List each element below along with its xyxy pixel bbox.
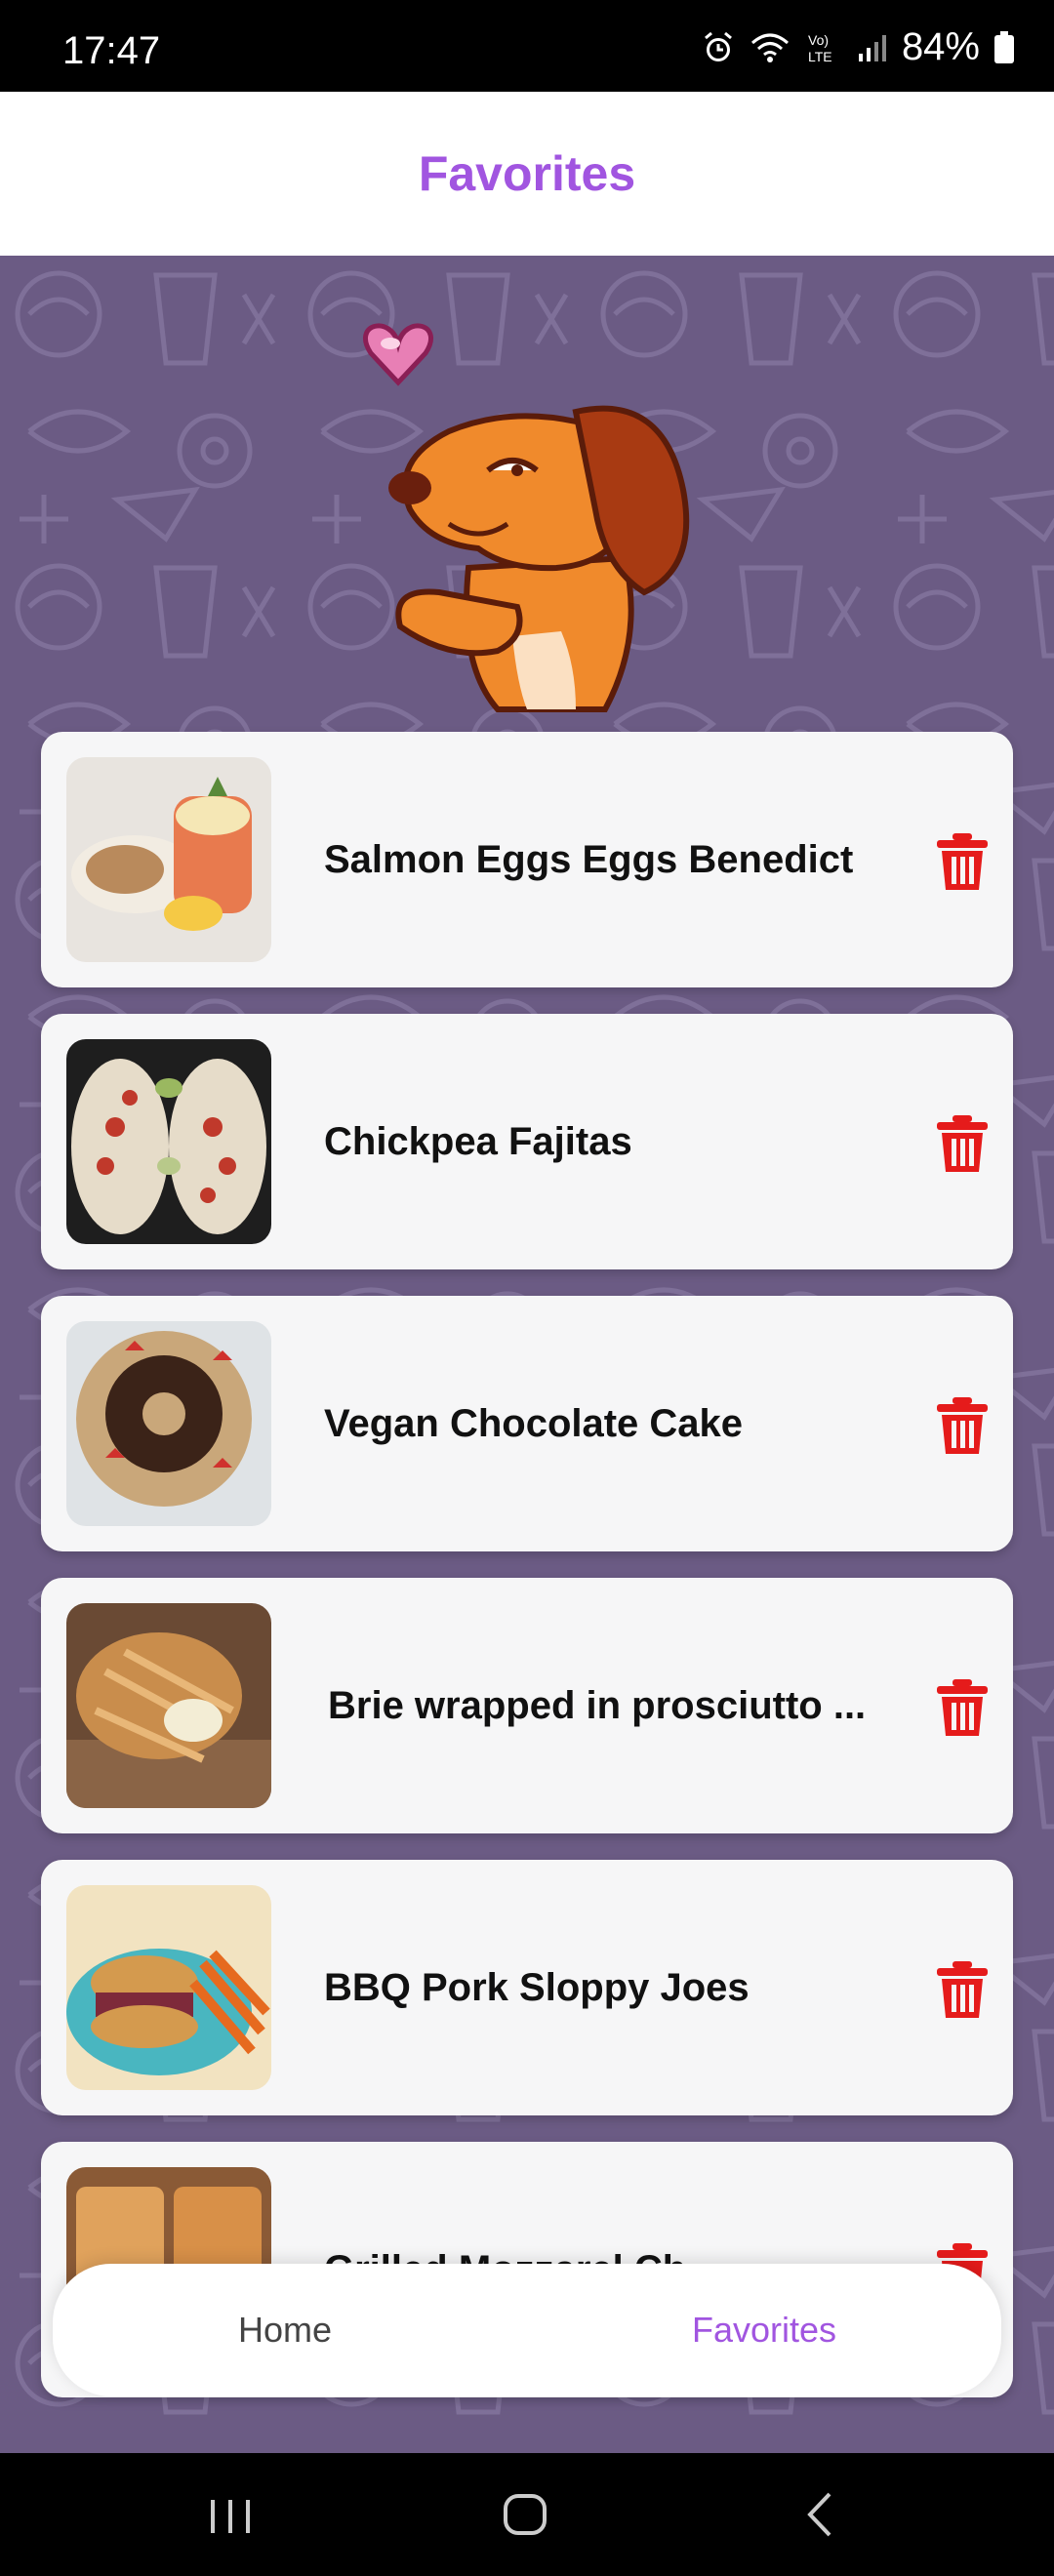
back-icon[interactable] [781, 2482, 859, 2547]
recipe-title[interactable]: Salmon Eggs Eggs Benedict [324, 732, 910, 987]
signal-icon [858, 34, 886, 61]
nav-home[interactable]: Home [238, 2264, 332, 2396]
volte-icon: Vo) LTE [808, 32, 832, 64]
recipe-title[interactable]: Brie wrapped in prosciutto ... [328, 1578, 913, 1833]
system-navigation-bar [0, 2453, 1054, 2576]
trash-icon[interactable] [935, 1115, 990, 1174]
trash-icon[interactable] [935, 1397, 990, 1456]
alarm-icon [704, 31, 732, 61]
trash-icon[interactable] [935, 1961, 990, 2020]
status-icons: Vo) LTE 84% [701, 25, 1015, 69]
favorite-card[interactable]: Salmon Eggs Eggs Benedict [41, 732, 1013, 987]
recipe-title[interactable]: BBQ Pork Sloppy Joes [324, 1860, 910, 2115]
svg-text:Vo): Vo) [808, 32, 829, 48]
recipe-thumbnail[interactable] [66, 1321, 271, 1526]
favorite-card[interactable]: Chickpea Fajitas [41, 1014, 1013, 1269]
recipe-title[interactable]: Chickpea Fajitas [324, 1014, 910, 1269]
recent-apps-icon[interactable] [191, 2482, 269, 2547]
dog-sticker-illustration [363, 323, 690, 712]
favorite-card[interactable]: BBQ Pork Sloppy Joes [41, 1860, 1013, 2115]
nav-favorites[interactable]: Favorites [692, 2264, 836, 2396]
trash-icon[interactable] [935, 833, 990, 892]
recipe-title[interactable]: Vegan Chocolate Cake [324, 1296, 910, 1551]
app-header: Favorites [0, 92, 1054, 256]
status-bar: 17:47 Vo) LTE 84% [0, 0, 1054, 92]
status-time: 17:47 [62, 29, 161, 72]
recipe-thumbnail[interactable] [66, 757, 271, 962]
bottom-navigation: Home Favorites [53, 2264, 1001, 2396]
svg-text:LTE: LTE [808, 49, 832, 64]
favorites-screen[interactable]: Salmon Eggs Eggs Benedict Chickpea Fajit… [0, 256, 1054, 2453]
battery-icon [994, 30, 1014, 63]
trash-icon[interactable] [935, 1679, 990, 1738]
home-button-icon[interactable] [486, 2482, 564, 2547]
favorite-card[interactable]: Vegan Chocolate Cake [41, 1296, 1013, 1551]
heart-icon [363, 323, 433, 386]
recipe-thumbnail[interactable] [66, 1885, 271, 2090]
recipe-thumbnail[interactable] [66, 1039, 271, 1244]
battery-percent: 84% [901, 25, 980, 68]
wifi-icon [750, 33, 789, 62]
page-title: Favorites [418, 146, 636, 201]
favorite-card[interactable]: Brie wrapped in prosciutto ... [41, 1578, 1013, 1833]
recipe-thumbnail[interactable] [66, 1603, 271, 1808]
